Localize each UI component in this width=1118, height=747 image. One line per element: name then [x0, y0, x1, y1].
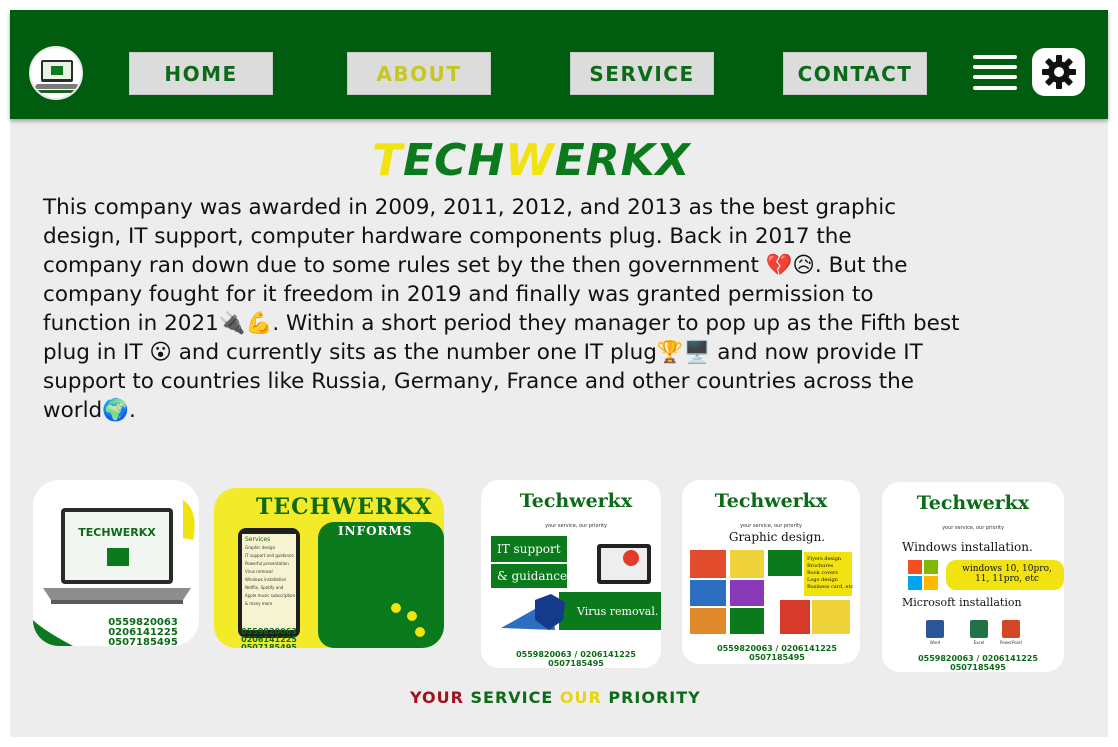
card-phones: 0559820063 / 0206141225 0507185495 [516, 650, 636, 668]
card-phones: 0559820063 / 0206141225 0507185495 [918, 654, 1038, 672]
nav-home-button[interactable]: Home [129, 52, 273, 95]
card-line-6: Business card, etc [807, 584, 854, 590]
card-app-word: Word [929, 640, 941, 645]
about-paragraph: This company was awarded in 2009, 2011, … [43, 195, 960, 423]
card-subtitle: INFORMS [338, 524, 413, 538]
page: Home About Service Contact [10, 10, 1108, 737]
nav-service-button[interactable]: Service [570, 52, 714, 95]
card-win-versions: windows 10, 10pro, 11, 11pro, etc [952, 564, 1062, 584]
tagline-word-4: PRIORITY [608, 688, 701, 707]
svg-text:TECHWERKX: TECHWERKX [78, 526, 156, 539]
card-line-2: windows 10, 10pro, [962, 564, 1052, 574]
card-design-list: Flyers design Brochures Book covers Logo… [807, 556, 855, 591]
card-services-heading: Services [245, 536, 271, 543]
card-line-3: Brochures [807, 563, 834, 569]
card-line-2: & guidance. [497, 569, 571, 583]
card-line-3: Virus removal. [577, 605, 659, 618]
card-tagline: your service, our priority [740, 523, 802, 529]
card-service-4: Virus removal [245, 569, 273, 574]
card-line-5: Logo design [807, 577, 838, 583]
card-title: TECHWERKX [256, 494, 433, 520]
card-service-5: Windows installation [245, 577, 287, 582]
card-line-2: Flyers design [807, 556, 842, 562]
card-app-excel: Excel [973, 640, 985, 645]
card-service-1: Graphic design [245, 545, 276, 550]
tagline-word-1: YOUR [410, 688, 464, 707]
card-service-8: & many more [245, 601, 273, 606]
footer-tagline: YOUR SERVICE OUR PRIORITY [410, 688, 701, 707]
card-service-3: Powerful presentation [245, 561, 289, 566]
site-logo[interactable] [29, 46, 83, 100]
flyer-card-windows-install[interactable]: Techwerkx your service, our priority Win… [882, 482, 1064, 672]
navbar: Home About Service Contact [10, 10, 1108, 119]
card-service-2: IT support and guidance [245, 553, 294, 558]
flyer-card-informs[interactable]: TECHWERKX INFORMS Services Graphic desig… [214, 488, 444, 648]
card-app-powerpoint: PowerPoint [999, 640, 1023, 645]
brand-part-1: T [372, 135, 404, 186]
gear-icon [1041, 55, 1076, 89]
card-line-1: IT support [497, 542, 561, 556]
tagline-word-3: OUR [559, 688, 602, 707]
tagline-word-2: SERVICE [470, 688, 554, 707]
card-tagline: your service, our priority [942, 525, 1004, 531]
flyer-card-laptop[interactable]: TECHWERKX 0559820063 0206141225 05071854… [33, 480, 199, 646]
card-line-1: Graphic design. [728, 530, 826, 544]
card-phones: 0559820063 0206141225 0507185495 [241, 627, 297, 649]
card-title: Techwerkx [519, 490, 633, 512]
card-services-list: Services Graphic design IT support and g… [245, 536, 297, 608]
card-title: Techwerkx [916, 492, 1030, 514]
card-line-4: Microsoft installation [902, 596, 1022, 609]
card-service-7: Apple music subscription [245, 593, 296, 598]
brand-part-2: ECH [403, 135, 506, 186]
card-tagline: your service, our priority [545, 523, 607, 529]
brand-part-4: ERKX [554, 135, 691, 186]
card-phones: 0559820063 / 0206141225 0507185495 [717, 644, 837, 662]
settings-button[interactable] [1032, 48, 1085, 96]
card-service-6: Netflix, Spotify and [245, 585, 284, 590]
card-phones: 0559820063 0206141225 0507185495 [108, 617, 178, 647]
flyer-card-it-support[interactable]: Techwerkx your service, our priority IT … [481, 480, 661, 668]
flyer-card-graphic-design[interactable]: Techwerkx your service, our priority Gra… [682, 480, 860, 664]
brand-title: TECHWERKX [372, 135, 690, 186]
card-line-1: Windows installation. [902, 540, 1033, 554]
laptop-logo-icon [33, 60, 81, 93]
card-title: Techwerkx [714, 490, 828, 512]
nav-about-button[interactable]: About [347, 52, 491, 95]
card-line-4: Book covers [807, 570, 838, 576]
brand-part-3: W [505, 135, 555, 186]
hamburger-menu-icon[interactable] [973, 53, 1017, 93]
nav-contact-button[interactable]: Contact [783, 52, 927, 95]
card-line-3: 11, 11pro, etc [975, 574, 1039, 584]
